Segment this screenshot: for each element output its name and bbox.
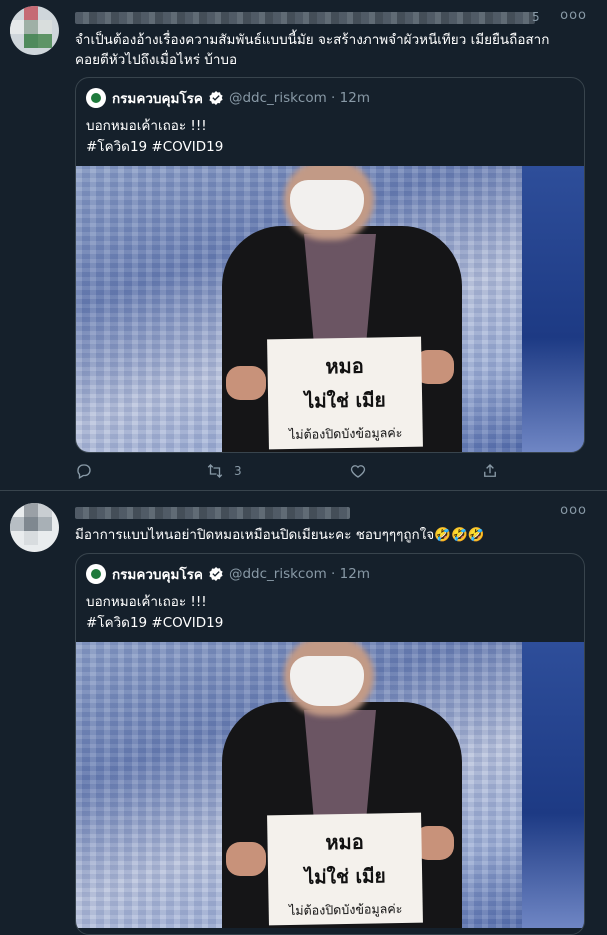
tweet-time[interactable]: 5 (532, 10, 540, 24)
quoted-tweet-header: กรมควบคุมโรค @ddc_riskcom · 12m (86, 564, 370, 584)
tweet-2[interactable]: ooo มีอาการแบบไหนอย่าปิดหมอเหมือนปิดเมีย… (0, 491, 607, 935)
quoted-author-name[interactable]: กรมควบคุมโรค (112, 563, 203, 585)
avatar[interactable] (10, 503, 59, 552)
avatar[interactable] (10, 6, 59, 55)
reply-button[interactable] (75, 462, 93, 480)
quoted-hashtags[interactable]: #โควิด19 #COVID19 (86, 613, 223, 634)
quoted-tweet-text: บอกหมอเค้าเถอะ !!! #โควิด19 #COVID19 (86, 116, 223, 158)
quoted-tweet-text: บอกหมอเค้าเถอะ !!! #โควิด19 #COVID19 (86, 592, 223, 634)
author-name-blurred[interactable] (75, 12, 535, 24)
retweet-button[interactable]: 3 (206, 462, 242, 480)
verified-badge-icon (208, 566, 224, 582)
author-name-blurred[interactable] (75, 507, 350, 519)
quoted-text-line-1: บอกหมอเค้าเถอะ !!! (86, 118, 207, 134)
face-mask (290, 656, 364, 706)
retweet-icon (207, 464, 223, 478)
ddc-logo-icon (86, 88, 106, 108)
share-icon (484, 464, 496, 477)
share-button[interactable] (481, 462, 499, 480)
quoted-text-line-1: บอกหมอเค้าเถอะ !!! (86, 594, 207, 610)
tower-background (522, 642, 584, 928)
sign-line-2: ไม่ใช่ เมีย (304, 389, 386, 413)
sign-line-3: ไม่ต้องปิดบังข้อมูลค่ะ (288, 425, 403, 442)
sign-line-2: ไม่ใช่ เมีย (304, 865, 386, 889)
left-hand (226, 366, 266, 400)
sign-line-1: หมอ (325, 829, 364, 855)
quoted-tweet-header: กรมควบคุมโรค @ddc_riskcom · 12m (86, 88, 370, 108)
quoted-handle-time[interactable]: @ddc_riskcom · 12m (229, 566, 370, 582)
tweet-text-line-1: จำเป็นต้องอ้างเรื่องความสัมพันธ์แบบนี้มั… (75, 32, 550, 48)
retweet-count: 3 (234, 464, 242, 478)
more-options-icon[interactable]: ooo (560, 8, 587, 23)
left-hand (226, 842, 266, 876)
quoted-hashtags[interactable]: #โควิด19 #COVID19 (86, 137, 223, 158)
tweet-text: จำเป็นต้องอ้างเรื่องความสัมพันธ์แบบนี้มั… (75, 30, 587, 70)
quoted-tweet-image[interactable]: หมอ ไม่ใช่ เมีย ไม่ต้องปิดบังข้อมูลค่ะ (76, 642, 584, 928)
quoted-handle-time[interactable]: @ddc_riskcom · 12m (229, 90, 370, 106)
like-button[interactable] (349, 462, 367, 480)
quoted-tweet[interactable]: กรมควบคุมโรค @ddc_riskcom · 12m บอกหมอเค… (75, 553, 585, 935)
tweet-text-line-2: คอยตีหัวไปถึงเมื่อไหร่ บ้าบอ (75, 52, 238, 68)
tweet-text: มีอาการแบบไหนอย่าปิดหมอเหมือนปิดเมียนะคะ… (75, 527, 485, 543)
face-mask (290, 180, 364, 230)
quoted-tweet[interactable]: กรมควบคุมโรค @ddc_riskcom · 12m บอกหมอเค… (75, 77, 585, 453)
tweet-actions: 3 (75, 462, 515, 482)
reply-icon (77, 464, 91, 479)
held-sign: หมอ ไม่ใช่ เมีย ไม่ต้องปิดบังข้อมูลค่ะ (267, 812, 423, 926)
quoted-tweet-image[interactable]: หมอ ไม่ใช่ เมีย ไม่ต้องปิดบังข้อมูลค่ะ (76, 166, 584, 452)
tower-background (522, 166, 584, 452)
tweet-1[interactable]: 5 ooo จำเป็นต้องอ้างเรื่องความสัมพันธ์แบ… (0, 0, 607, 490)
ddc-logo-icon (86, 564, 106, 584)
sign-line-1: หมอ (325, 353, 364, 379)
quoted-author-name[interactable]: กรมควบคุมโรค (112, 87, 203, 109)
heart-icon (350, 465, 366, 478)
more-options-icon[interactable]: ooo (560, 503, 587, 518)
verified-badge-icon (208, 90, 224, 106)
held-sign: หมอ ไม่ใช่ เมีย ไม่ต้องปิดบังข้อมูลค่ะ (267, 336, 423, 450)
